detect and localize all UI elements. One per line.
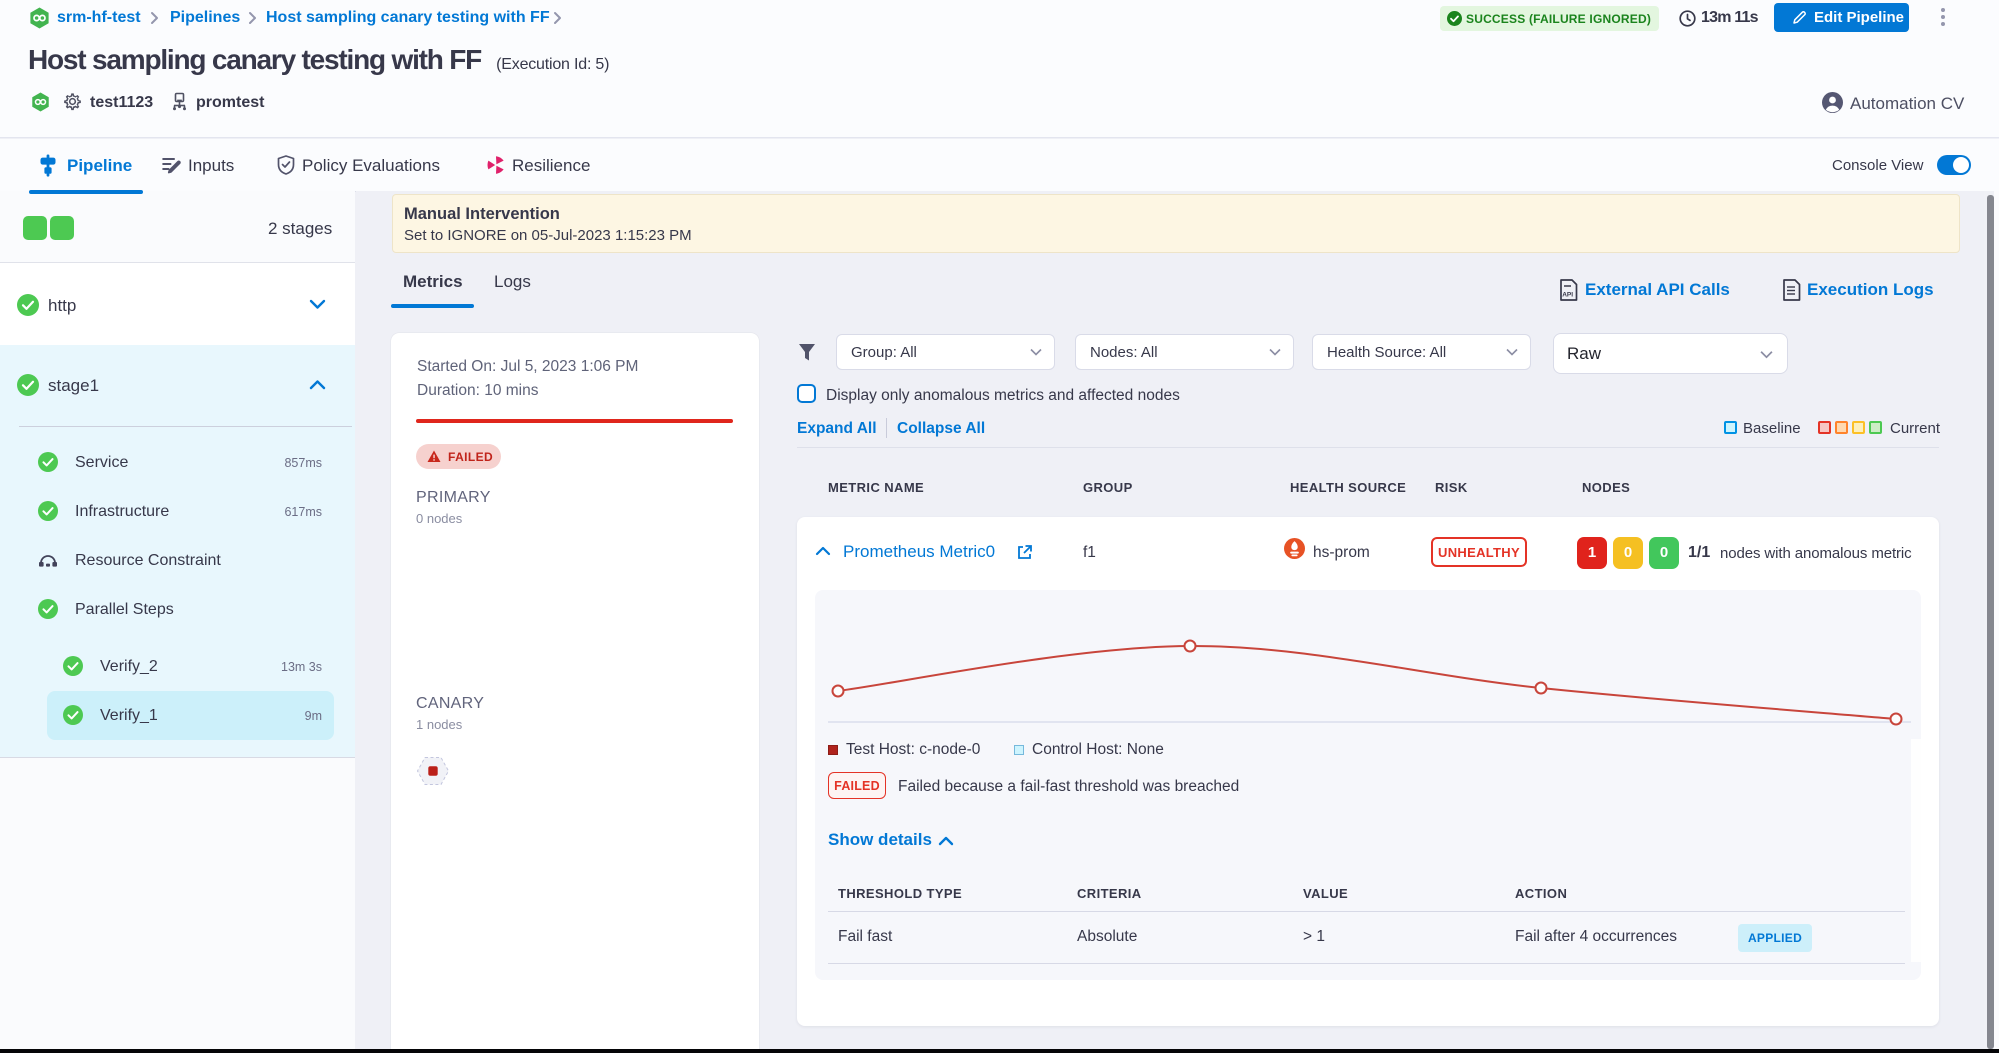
svg-text:API: API [1562, 292, 1573, 299]
